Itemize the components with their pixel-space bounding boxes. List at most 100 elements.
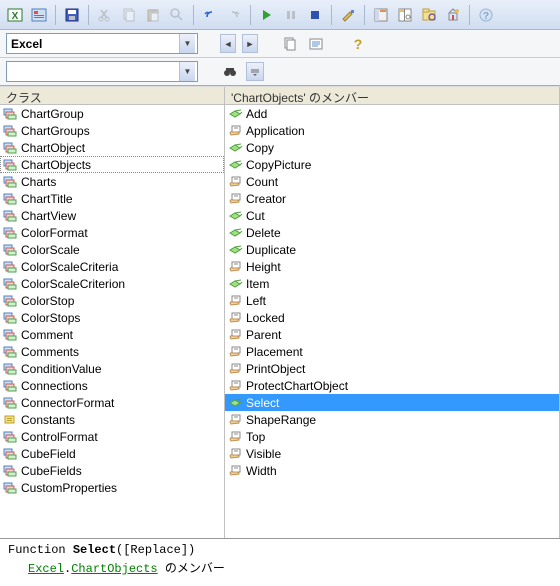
- nav-back-button[interactable]: ◄: [220, 34, 236, 53]
- search-input[interactable]: [7, 62, 179, 81]
- member-item[interactable]: Top: [225, 428, 559, 445]
- class-item[interactable]: ColorStops: [0, 309, 224, 326]
- member-item[interactable]: ProtectChartObject: [225, 377, 559, 394]
- class-item[interactable]: ChartObject: [0, 139, 224, 156]
- member-item[interactable]: CopyPicture: [225, 156, 559, 173]
- object-browser-icon[interactable]: [418, 4, 440, 26]
- member-item[interactable]: Creator: [225, 190, 559, 207]
- copy-icon[interactable]: [118, 4, 140, 26]
- chevron-down-icon[interactable]: ▼: [179, 34, 195, 53]
- member-item[interactable]: Application: [225, 122, 559, 139]
- class-item[interactable]: ChartGroup: [0, 105, 224, 122]
- class-item[interactable]: CubeField: [0, 445, 224, 462]
- design-mode-icon[interactable]: [337, 4, 359, 26]
- members-list[interactable]: AddApplicationCopyCopyPictureCountCreato…: [225, 105, 559, 538]
- class-item[interactable]: CustomProperties: [0, 479, 224, 496]
- class-item[interactable]: ChartGroups: [0, 122, 224, 139]
- class-icon: [2, 379, 18, 393]
- class-label: ChartObject: [21, 141, 85, 155]
- classes-list[interactable]: ChartGroupChartGroups ChartObjectChartObj…: [0, 105, 224, 538]
- member-item[interactable]: Visible: [225, 445, 559, 462]
- member-item[interactable]: Parent: [225, 326, 559, 343]
- run-icon[interactable]: [256, 4, 278, 26]
- member-item[interactable]: Cut: [225, 207, 559, 224]
- view-code-icon[interactable]: [28, 4, 50, 26]
- class-item[interactable]: ColorScaleCriterion: [0, 275, 224, 292]
- member-item[interactable]: Height: [225, 258, 559, 275]
- member-item[interactable]: Width: [225, 462, 559, 479]
- member-item[interactable]: Select: [225, 394, 559, 411]
- find-icon[interactable]: [166, 4, 188, 26]
- member-item[interactable]: Placement: [225, 343, 559, 360]
- member-item[interactable]: Item: [225, 275, 559, 292]
- save-icon[interactable]: [61, 4, 83, 26]
- parent-library-link[interactable]: Excel: [28, 562, 64, 576]
- class-item[interactable]: ChartTitle: [0, 190, 224, 207]
- nav-forward-button[interactable]: ►: [242, 34, 258, 53]
- library-combo[interactable]: ▼: [6, 33, 198, 54]
- project-explorer-icon[interactable]: [370, 4, 392, 26]
- member-item[interactable]: Add: [225, 105, 559, 122]
- library-input[interactable]: [7, 34, 179, 53]
- class-label: ChartGroup: [21, 107, 84, 121]
- member-label: Placement: [246, 345, 303, 359]
- members-panel: 'ChartObjects' のメンバー AddApplicationCopyC…: [225, 87, 560, 538]
- toolbox-icon[interactable]: [442, 4, 464, 26]
- classes-panel: クラス ChartGroupChartGroupsChartObjectChar…: [0, 87, 225, 538]
- member-item[interactable]: Copy: [225, 139, 559, 156]
- member-item[interactable]: Delete: [225, 224, 559, 241]
- property-icon: [227, 294, 243, 308]
- view-definition-icon[interactable]: [306, 34, 326, 53]
- search-combo[interactable]: ▼: [6, 61, 198, 82]
- copy-to-clipboard-icon[interactable]: [280, 34, 300, 53]
- member-item[interactable]: ShapeRange: [225, 411, 559, 428]
- class-item[interactable]: Comments: [0, 343, 224, 360]
- class-icon: [2, 124, 18, 138]
- properties-icon[interactable]: [394, 4, 416, 26]
- class-item[interactable]: Connections: [0, 377, 224, 394]
- member-label: Cut: [246, 209, 265, 223]
- parent-class-link[interactable]: ChartObjects: [71, 562, 157, 576]
- help-icon-2[interactable]: ?: [348, 34, 368, 53]
- class-item[interactable]: ColorScaleCriteria: [0, 258, 224, 275]
- member-item[interactable]: Duplicate: [225, 241, 559, 258]
- member-item[interactable]: PrintObject: [225, 360, 559, 377]
- class-item[interactable]: CubeFields: [0, 462, 224, 479]
- class-icon: [2, 430, 18, 444]
- class-label: ColorStops: [21, 311, 80, 325]
- class-item[interactable]: ChartObjects: [0, 156, 224, 173]
- browser-main: クラス ChartGroupChartGroupsChartObjectChar…: [0, 86, 560, 538]
- class-item[interactable]: ColorFormat: [0, 224, 224, 241]
- class-item[interactable]: ConditionValue: [0, 360, 224, 377]
- member-label: Select: [246, 396, 279, 410]
- redo-icon[interactable]: [223, 4, 245, 26]
- paste-icon[interactable]: [142, 4, 164, 26]
- class-item[interactable]: Constants: [0, 411, 224, 428]
- cut-icon[interactable]: [94, 4, 116, 26]
- method-icon: [227, 158, 243, 172]
- class-item[interactable]: Comment: [0, 326, 224, 343]
- reset-icon[interactable]: [304, 4, 326, 26]
- undo-icon[interactable]: [199, 4, 221, 26]
- member-item[interactable]: Count: [225, 173, 559, 190]
- class-item[interactable]: ColorStop: [0, 292, 224, 309]
- class-item[interactable]: ControlFormat: [0, 428, 224, 445]
- class-item[interactable]: Charts: [0, 173, 224, 190]
- class-item[interactable]: ChartView: [0, 207, 224, 224]
- member-item[interactable]: Left: [225, 292, 559, 309]
- binoculars-icon[interactable]: [220, 62, 240, 81]
- class-label: ConditionValue: [21, 362, 102, 376]
- class-item[interactable]: ColorScale: [0, 241, 224, 258]
- chevron-down-icon[interactable]: ▼: [179, 62, 195, 81]
- class-label: Charts: [21, 175, 56, 189]
- members-header: 'ChartObjects' のメンバー: [225, 87, 559, 105]
- show-search-results-icon[interactable]: [246, 62, 264, 81]
- method-icon: [227, 141, 243, 155]
- help-icon[interactable]: ?: [475, 4, 497, 26]
- excel-icon[interactable]: X: [4, 4, 26, 26]
- svg-text:?: ?: [483, 11, 489, 22]
- property-icon: [227, 345, 243, 359]
- class-item[interactable]: ConnectorFormat: [0, 394, 224, 411]
- member-item[interactable]: Locked: [225, 309, 559, 326]
- break-icon[interactable]: [280, 4, 302, 26]
